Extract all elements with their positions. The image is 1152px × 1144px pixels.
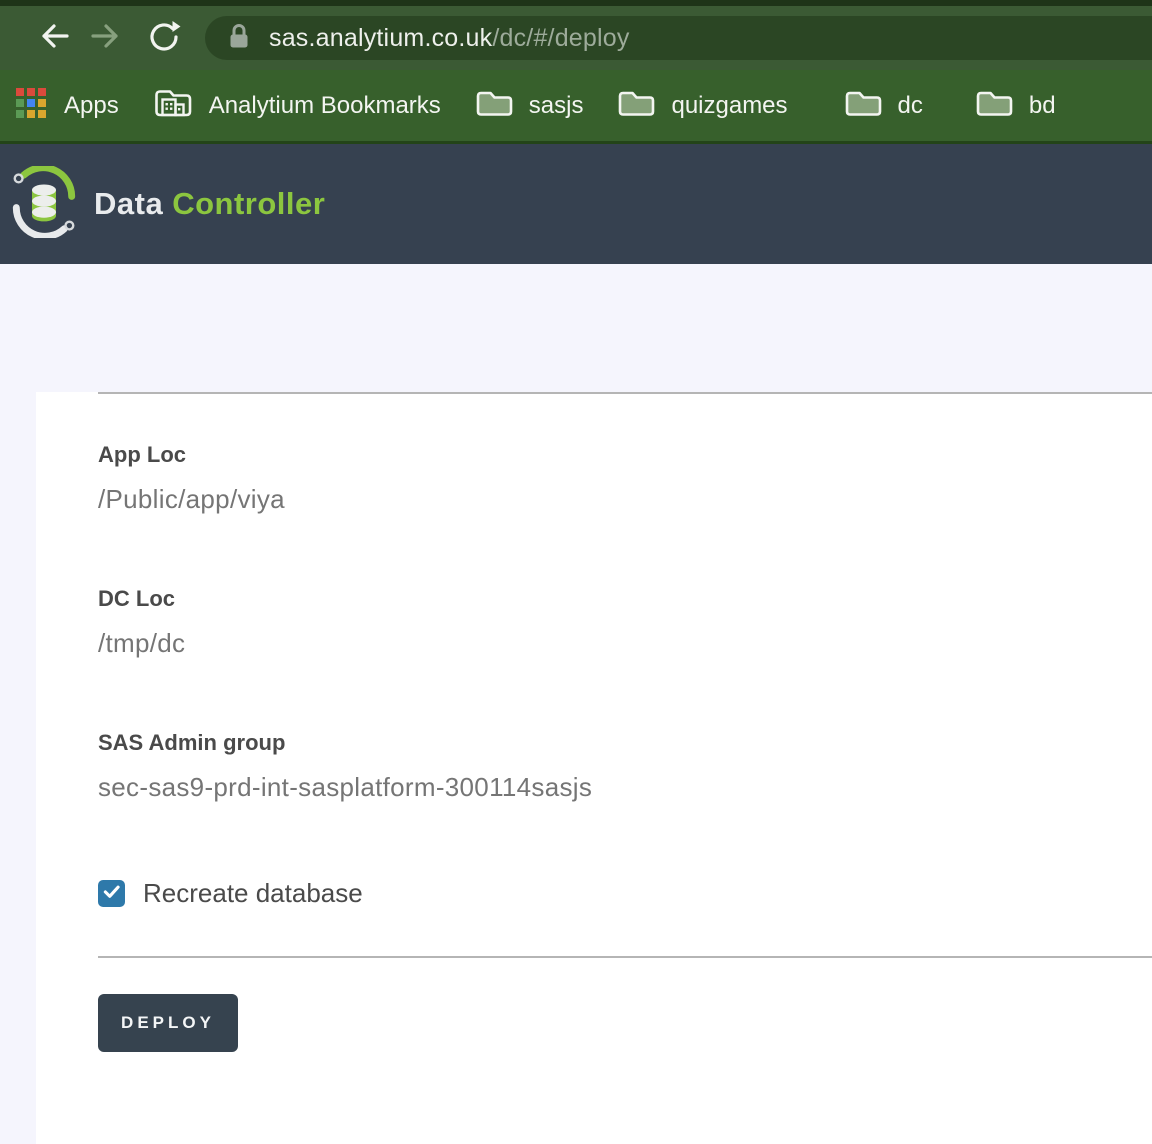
field-dc-loc: DC Loc /tmp/dc — [98, 586, 1152, 658]
apps-shortcut[interactable]: Apps — [14, 86, 119, 125]
brand-text: Data Controller — [94, 186, 325, 222]
bookmark-folder-quizgames[interactable]: quizgames — [617, 88, 788, 123]
field-value: /Public/app/viya — [98, 484, 285, 514]
lock-icon[interactable] — [227, 21, 251, 56]
browser-toolbar: sas.analytium.co.uk/dc/#/deploy — [0, 6, 1152, 70]
building-folder-icon — [153, 86, 193, 125]
field-label: App Loc — [98, 442, 186, 467]
folder-icon — [617, 88, 655, 123]
data-controller-logo — [8, 163, 80, 243]
field-app-loc: App Loc /Public/app/viya — [98, 442, 1152, 514]
field-label: DC Loc — [98, 586, 175, 611]
field-label: SAS Admin group — [98, 730, 286, 755]
brand-primary: Data — [94, 186, 164, 221]
forward-button[interactable] — [87, 20, 123, 56]
back-button[interactable] — [37, 20, 73, 56]
bookmark-label: Analytium Bookmarks — [208, 91, 441, 119]
check-icon — [101, 881, 122, 907]
folder-icon — [844, 88, 882, 123]
bookmark-analytium-bookmarks[interactable]: Analytium Bookmarks — [153, 86, 441, 125]
divider — [98, 956, 1152, 958]
url-text: sas.analytium.co.uk/dc/#/deploy — [269, 24, 630, 53]
reload-icon — [146, 18, 182, 59]
deploy-button[interactable]: DEPLOY — [98, 994, 238, 1052]
back-arrow-icon — [37, 18, 73, 59]
forward-arrow-icon — [87, 18, 123, 59]
apps-grid-icon — [14, 86, 48, 125]
recreate-database-row: Recreate database — [98, 878, 1152, 909]
url-host: sas.analytium.co.uk — [269, 23, 493, 52]
field-value: sec-sas9-prd-int-sasplatform-300114sasjs — [98, 772, 593, 802]
app-header: Data Controller — [0, 144, 1152, 264]
bookmark-label: dc — [897, 91, 923, 119]
recreate-database-label: Recreate database — [143, 878, 363, 908]
reload-button[interactable] — [146, 20, 182, 56]
deploy-card: App Loc /Public/app/viya DC Loc /tmp/dc … — [36, 392, 1152, 1144]
divider — [98, 392, 1152, 394]
bookmark-label: bd — [1028, 91, 1056, 119]
apps-label: Apps — [64, 91, 119, 119]
data-controller-brand[interactable]: Data Controller — [8, 163, 325, 243]
address-bar[interactable]: sas.analytium.co.uk/dc/#/deploy — [205, 16, 1152, 60]
bookmark-folder-dc[interactable]: dc — [844, 88, 923, 123]
bookmark-folder-sasjs[interactable]: sasjs — [475, 88, 584, 123]
url-path: /dc/#/deploy — [492, 23, 630, 52]
bookmarks-bar: Apps Analytium Bookmarks sasjs quizgames — [0, 70, 1152, 144]
brand-secondary: Controller — [172, 186, 326, 221]
field-sas-admin-group: SAS Admin group sec-sas9-prd-int-sasplat… — [98, 730, 1152, 802]
folder-icon — [975, 88, 1013, 123]
recreate-database-checkbox[interactable] — [98, 880, 125, 907]
bookmark-label: quizgames — [671, 91, 788, 119]
bookmark-folder-bd[interactable]: bd — [975, 88, 1056, 123]
bookmark-label: sasjs — [528, 91, 584, 119]
field-value: /tmp/dc — [98, 628, 186, 658]
folder-icon — [475, 88, 513, 123]
page-background: App Loc /Public/app/viya DC Loc /tmp/dc … — [0, 392, 1152, 1144]
